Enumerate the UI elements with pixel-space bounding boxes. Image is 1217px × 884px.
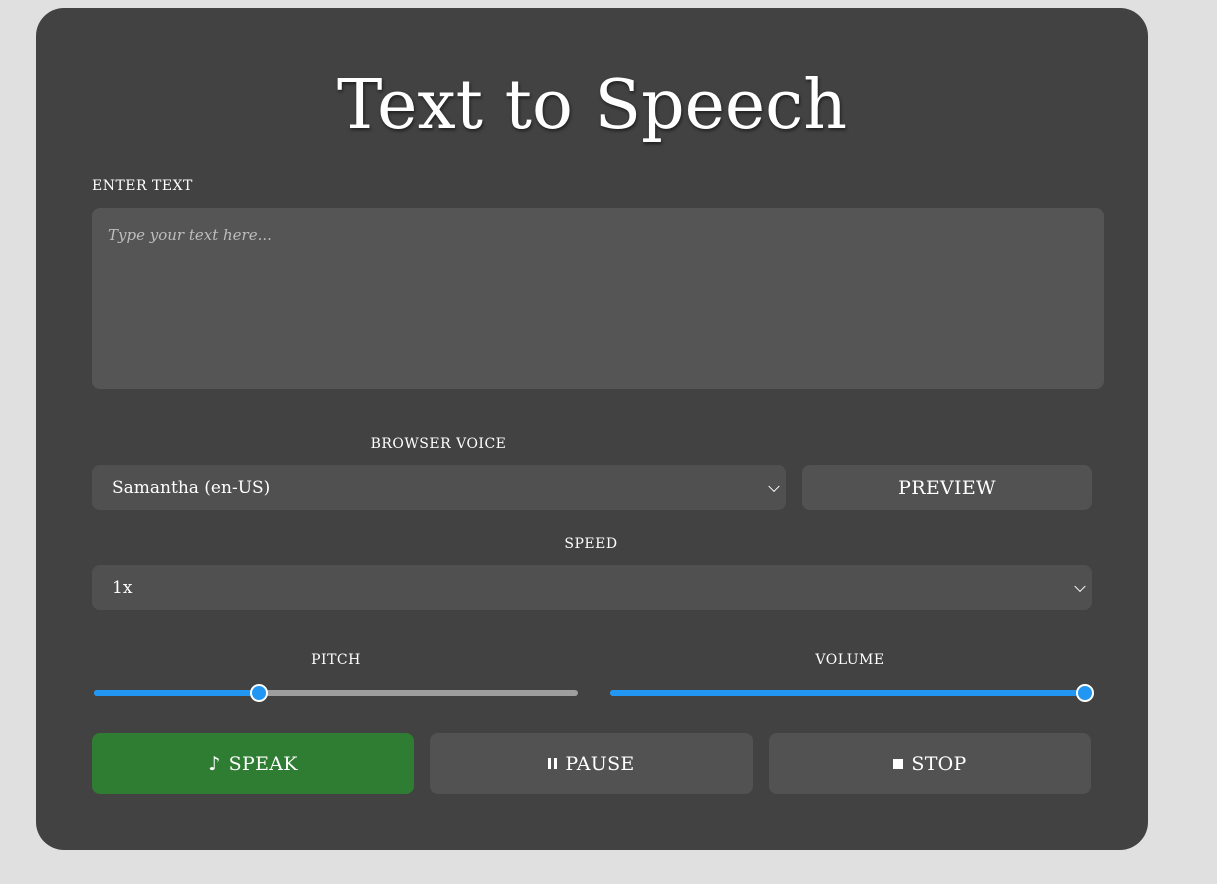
preview-button[interactable]: PREVIEW	[802, 465, 1092, 510]
page-title: Text to Speech	[337, 66, 847, 145]
stop-icon	[893, 758, 904, 769]
pause-icon	[548, 758, 558, 769]
pitch-label: PITCH	[311, 652, 361, 668]
browser-voice-label: BROWSER VOICE	[370, 436, 507, 452]
voice-select-value: Samantha (en-US)	[112, 477, 271, 498]
speed-select[interactable]: 1x	[92, 565, 1092, 610]
speak-button[interactable]: ♪ SPEAK	[92, 733, 414, 794]
pause-button[interactable]: PAUSE	[430, 733, 753, 794]
enter-text-label: ENTER TEXT	[92, 178, 193, 194]
voice-select[interactable]: Samantha (en-US)	[92, 465, 786, 510]
pitch-slider-thumb[interactable]	[249, 684, 268, 702]
volume-slider[interactable]	[610, 684, 1094, 702]
volume-slider-fill	[610, 690, 1085, 696]
music-note-icon: ♪	[208, 752, 221, 775]
speak-button-label: SPEAK	[228, 752, 298, 775]
chevron-down-icon	[1074, 580, 1086, 592]
speed-label: SPEED	[564, 536, 618, 552]
speed-select-value: 1x	[112, 577, 133, 598]
pitch-slider[interactable]	[94, 684, 578, 702]
tts-card: Text to Speech ENTER TEXT BROWSER VOICE …	[36, 8, 1148, 850]
preview-button-label: PREVIEW	[898, 476, 996, 499]
volume-label: VOLUME	[815, 652, 885, 668]
chevron-down-icon	[768, 480, 780, 492]
stop-button-label: STOP	[911, 752, 967, 775]
volume-slider-thumb[interactable]	[1076, 684, 1094, 702]
stop-button[interactable]: STOP	[769, 733, 1091, 794]
pause-button-label: PAUSE	[565, 752, 635, 775]
pitch-slider-fill	[94, 690, 259, 696]
text-input[interactable]	[92, 208, 1104, 389]
